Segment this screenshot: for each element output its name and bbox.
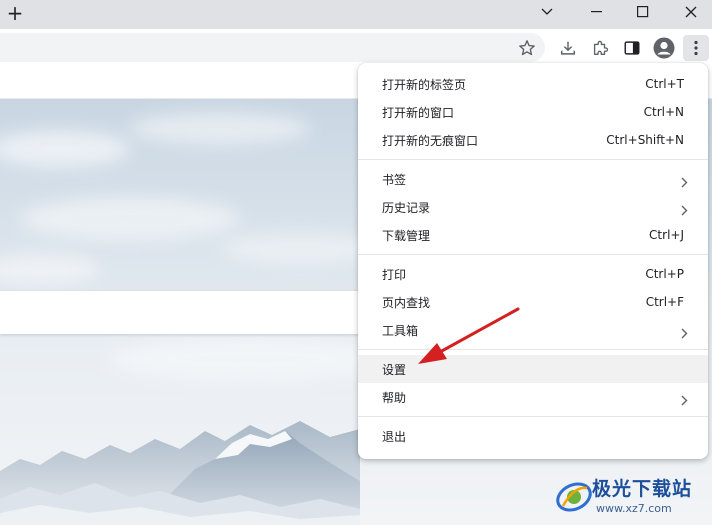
menu-item-more-tools[interactable]: 工具箱: [358, 316, 708, 344]
chevron-right-icon: [681, 201, 688, 220]
tab-search-chevron-icon[interactable]: [524, 0, 570, 24]
menu-separator: [358, 254, 708, 255]
chevron-right-icon: [681, 173, 688, 192]
menu-item-help[interactable]: 帮助: [358, 383, 708, 411]
menu-item-print[interactable]: 打印 Ctrl+P: [358, 260, 708, 288]
watermark-text: 极光下载站: [592, 478, 693, 500]
menu-separator: [358, 416, 708, 417]
title-bar: +: [0, 0, 712, 29]
menu-item-exit[interactable]: 退出: [358, 422, 708, 450]
watermark: 极光下载站 www.xz7.com: [552, 470, 712, 525]
watermark-logo-icon: [556, 482, 592, 512]
new-tab-button[interactable]: +: [4, 1, 26, 25]
extensions-icon[interactable]: [587, 35, 613, 61]
chevron-right-icon: [681, 391, 688, 410]
menu-item-new-incognito-window[interactable]: 打开新的无痕窗口 Ctrl+Shift+N: [358, 126, 708, 154]
address-bar[interactable]: [0, 33, 545, 62]
minimize-icon[interactable]: [574, 0, 620, 24]
chevron-right-icon: [681, 324, 688, 343]
side-panel-icon[interactable]: [619, 35, 645, 61]
close-icon[interactable]: [668, 0, 712, 24]
search-box-card[interactable]: [0, 291, 400, 334]
menu-item-history[interactable]: 历史记录: [358, 193, 708, 221]
chrome-main-menu: 打开新的标签页 Ctrl+T 打开新的窗口 Ctrl+N 打开新的无痕窗口 Ct…: [358, 63, 708, 459]
toolbar: [0, 29, 712, 65]
menu-item-find[interactable]: 页内查找 Ctrl+F: [358, 288, 708, 316]
menu-item-settings[interactable]: 设置: [358, 355, 708, 383]
profile-icon[interactable]: [651, 35, 677, 61]
menu-item-bookmarks[interactable]: 书签: [358, 165, 708, 193]
menu-item-downloads[interactable]: 下载管理 Ctrl+J: [358, 221, 708, 249]
star-icon[interactable]: [514, 35, 540, 61]
menu-item-new-window[interactable]: 打开新的窗口 Ctrl+N: [358, 98, 708, 126]
kebab-menu-icon[interactable]: [683, 35, 709, 61]
menu-item-new-tab[interactable]: 打开新的标签页 Ctrl+T: [358, 70, 708, 98]
menu-separator: [358, 159, 708, 160]
maximize-icon[interactable]: [620, 0, 666, 24]
watermark-url: www.xz7.com: [596, 502, 672, 515]
download-icon[interactable]: [555, 35, 581, 61]
menu-separator: [358, 349, 708, 350]
